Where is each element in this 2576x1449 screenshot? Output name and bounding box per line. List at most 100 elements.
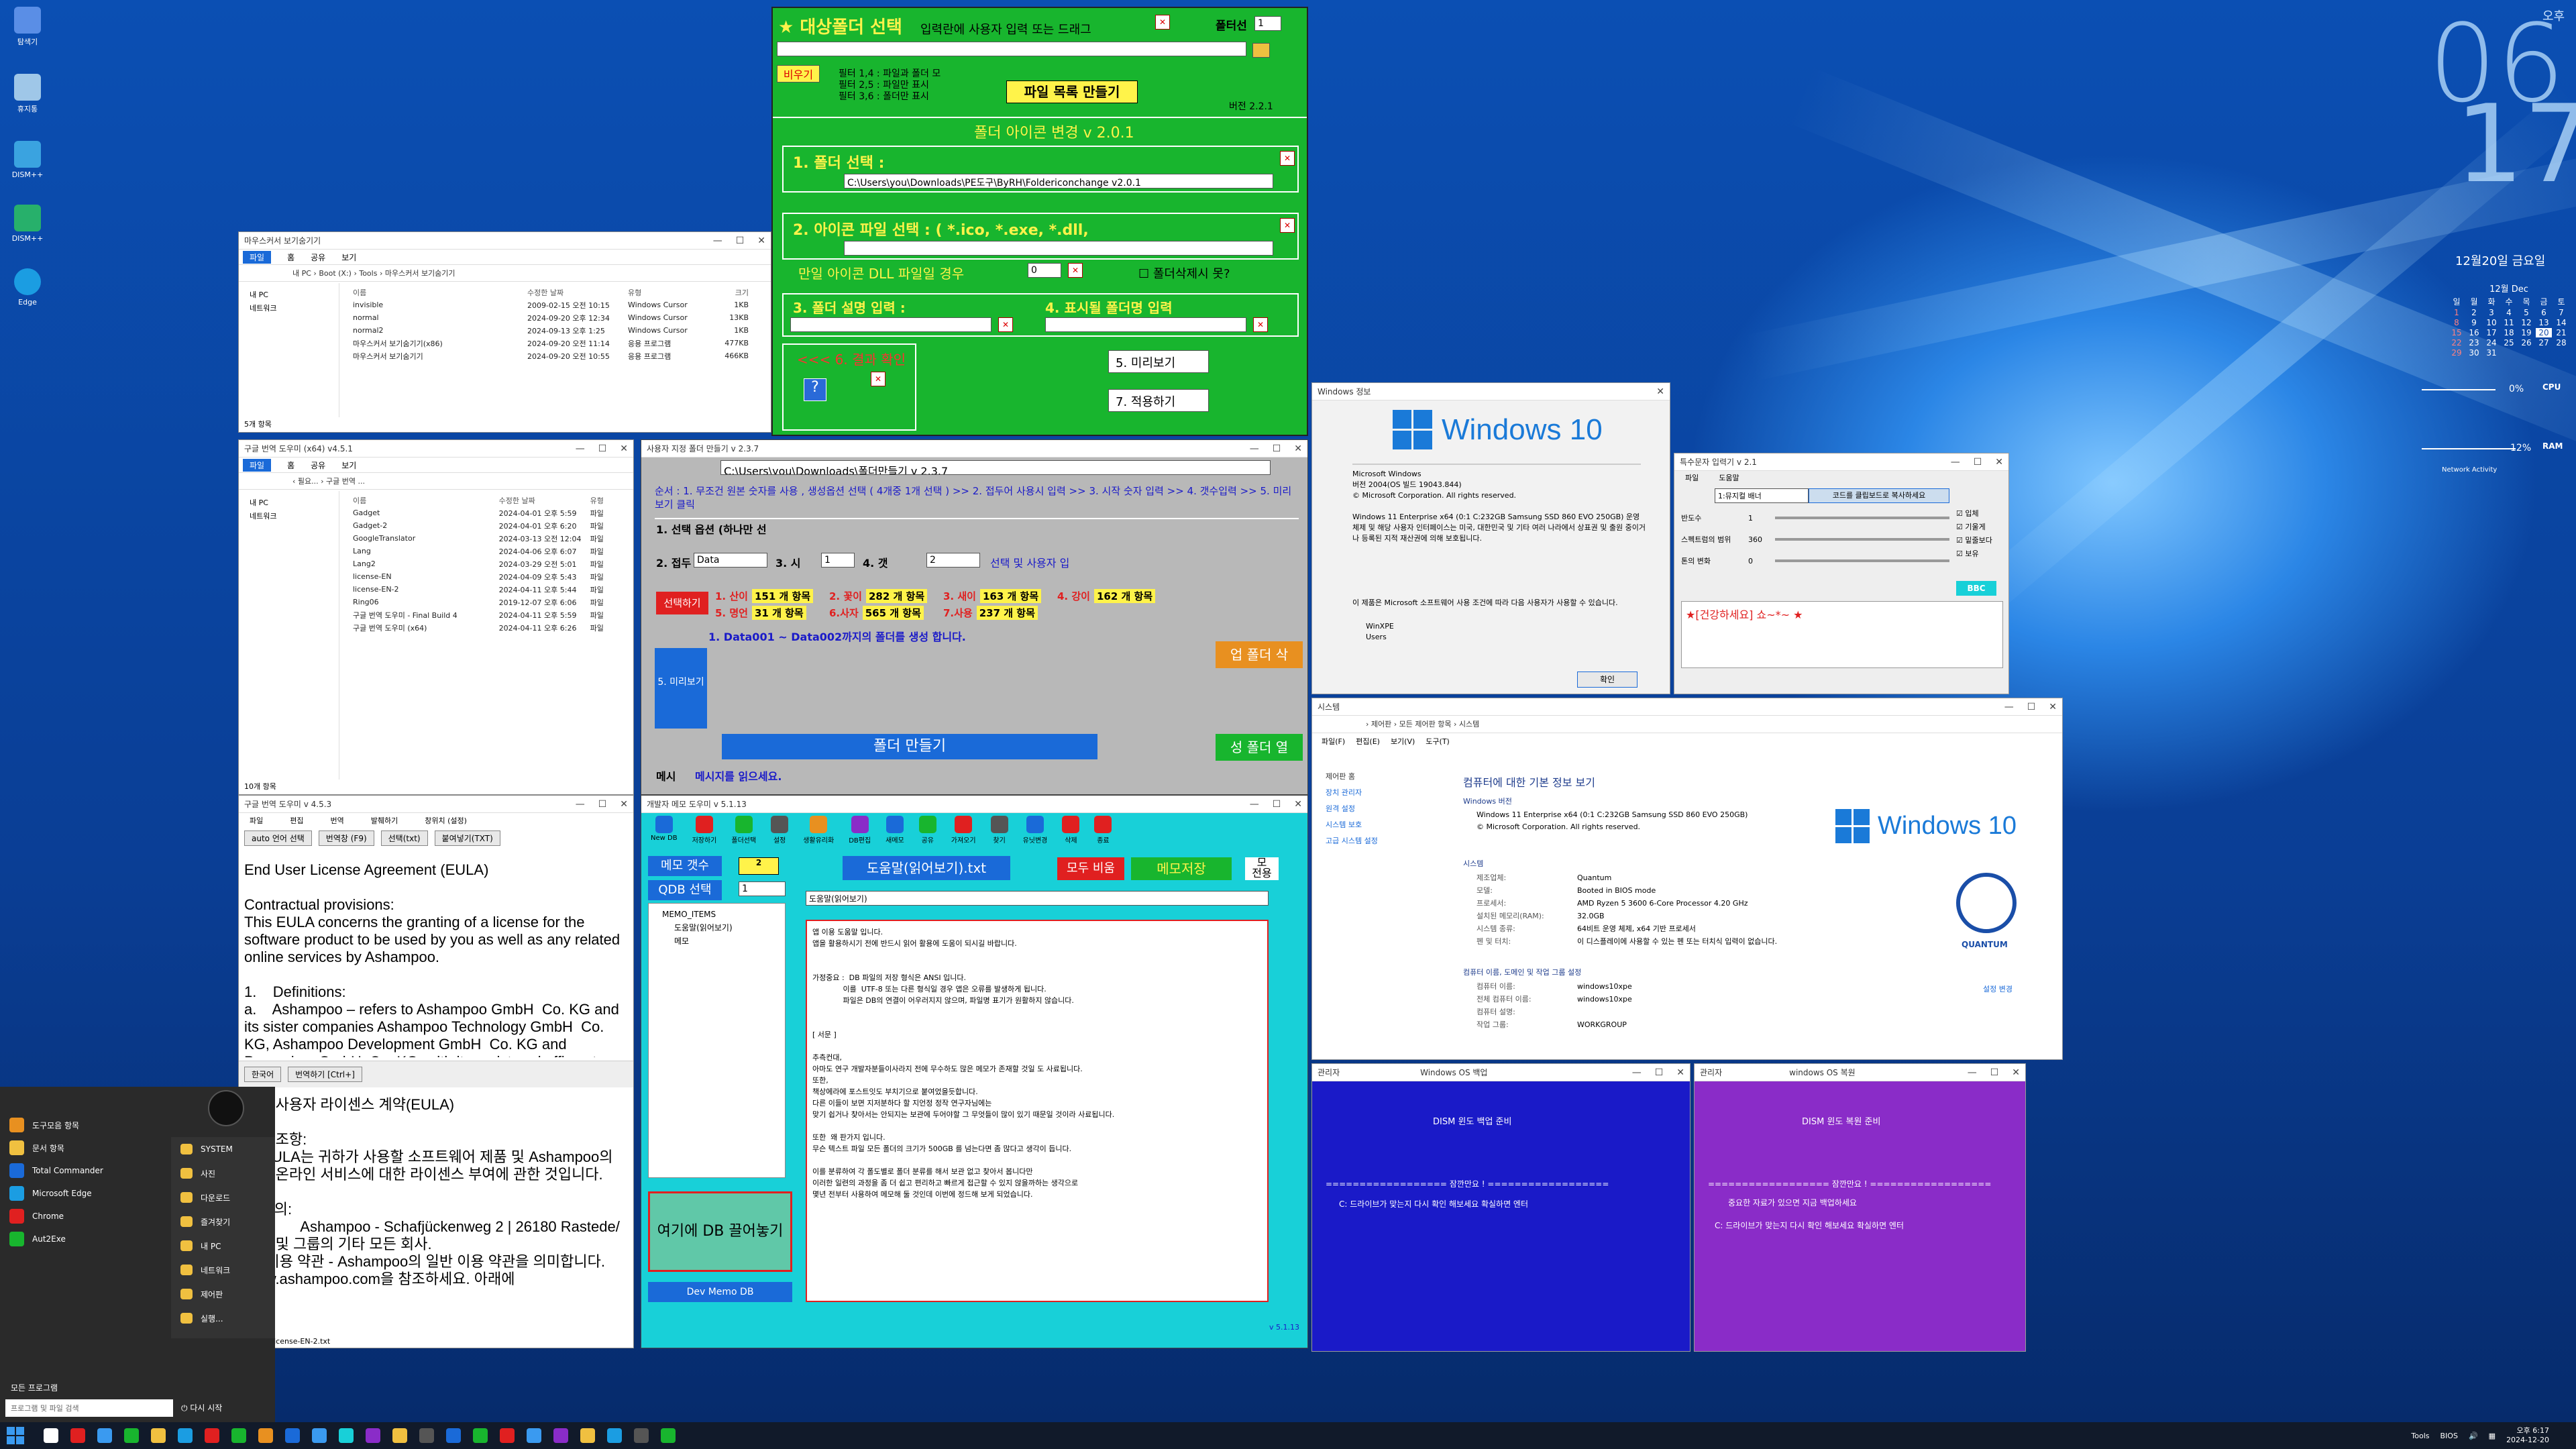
toolbar-button[interactable]: 폴더선택 [731,816,756,848]
file-row[interactable]: license-EN 2024-04-09 오후 5:43 파일 [353,570,627,583]
nav-network[interactable]: 네트워크 [250,510,328,523]
readonly-button[interactable]: 모 전용 [1245,857,1279,880]
start-place[interactable]: 제어판 [171,1282,275,1306]
maximize-icon[interactable]: ☐ [2027,702,2036,712]
qdb-select[interactable]: 1 [739,881,786,896]
checkbox[interactable]: ☑ [1956,536,1965,545]
taskbar-app-icon[interactable] [607,1428,622,1443]
target-path-input[interactable]: C:\Users\you\Downloads\폴더만들기 v 2.3.7 [720,460,1271,475]
change-settings-link[interactable]: 설정 변경 [1983,983,2012,994]
folder-desc-input[interactable] [790,317,991,332]
memo-file-tab[interactable]: 도움말(읽어보기).txt [843,856,1010,880]
calendar-day[interactable]: 31 [2483,348,2500,358]
calendar-day[interactable] [2536,348,2552,358]
minimize-icon[interactable]: — [1951,457,1960,468]
file-row[interactable]: Lang 2024-04-06 오후 6:07 파일 [353,545,627,557]
calendar-day[interactable]: 8 [2449,318,2465,327]
toolbar-button[interactable]: DB편집 [849,816,871,848]
close-icon[interactable]: ✕ [1995,457,2003,468]
calendar-day[interactable]: 20 [2536,328,2552,337]
menu-item[interactable]: 발췌하기 [371,815,398,826]
calendar-day[interactable]: 28 [2553,338,2569,347]
make-folder-button[interactable]: 폴더 만들기 [722,734,1097,759]
tab-view[interactable]: 보기 [341,460,356,471]
file-row[interactable]: Gadget-2 2024-04-01 오후 6:20 파일 [353,519,627,532]
start-place[interactable]: 다운로드 [171,1185,275,1210]
apply-button[interactable]: 7. 적용하기 [1108,389,1209,412]
desktop-icon-edge[interactable]: Edge [4,268,51,307]
select-button[interactable]: 선택하기 [656,592,708,614]
taskbar-app-icon[interactable] [231,1428,246,1443]
style-checkbox[interactable]: ☑ 밑줄보다 [1956,534,1992,547]
side-link[interactable]: 제어판 홈 [1326,769,1440,785]
taskbar-app-icon[interactable] [419,1428,434,1443]
volume-icon[interactable]: 🔊 [2469,1432,2478,1440]
file-row[interactable]: license-EN-2 2024-04-11 오후 5:44 파일 [353,583,627,596]
style-checkbox[interactable]: ☑ 보유 [1956,547,1992,561]
start-item[interactable]: Chrome [0,1205,171,1228]
source-text-area[interactable]: End User License Agreement (EULA) Contra… [239,856,628,1057]
file-row[interactable]: 구글 번역 도우미 (x64) 2024-04-11 오후 6:26 파일 [353,621,627,634]
file-row[interactable]: Ring06 2019-12-07 오후 6:06 파일 [353,596,627,608]
close-red-icon[interactable]: ✕ [1155,15,1170,30]
start-place[interactable]: 사진 [171,1161,275,1185]
start-item[interactable]: 도구모음 항목 [0,1114,171,1136]
start-item[interactable]: 문서 항목 [0,1136,171,1159]
clear-dll-icon[interactable]: ✕ [1068,263,1083,278]
file-row[interactable]: Lang2 2024-03-29 오전 5:01 파일 [353,557,627,570]
minimize-icon[interactable]: — [2004,702,2014,712]
preview-button[interactable]: 5. 미리보기 [655,648,707,729]
memo-subject-input[interactable]: 도움말(읽어보기) [806,891,1269,906]
menu-item[interactable]: 파일(F) [1322,736,1345,747]
taskbar-app-icon[interactable] [258,1428,273,1443]
start-place[interactable]: 네트워크 [171,1258,275,1282]
checkbox[interactable]: ☑ [1956,523,1965,531]
desktop-icon-explorer[interactable]: 탐색기 [4,7,51,47]
db-drop-zone[interactable]: 여기에 DB 끌어놓기 [648,1191,792,1272]
tab-file[interactable]: 파일 [243,458,272,472]
taskbar-app-icon[interactable] [124,1428,139,1443]
delete-folder-button[interactable]: 업 폴더 삭 [1216,641,1303,668]
side-link[interactable]: 장치 관리자 [1326,785,1440,801]
taskbar-app-icon[interactable] [392,1428,407,1443]
calendar-day[interactable]: 4 [2501,308,2517,317]
nav-network[interactable]: 네트워크 [250,302,328,315]
calendar-day[interactable] [2553,348,2569,358]
menu-help[interactable]: 도움말 [1719,472,1739,483]
calendar-day[interactable]: 2 [2466,308,2482,317]
minimize-icon[interactable]: — [713,235,722,246]
maximize-icon[interactable]: ☐ [1974,457,1982,468]
close-icon[interactable]: ✕ [1656,386,1664,397]
file-row[interactable]: invisible 2009-02-15 오전 10:15 Windows Curs… [353,299,764,311]
toolbar-button[interactable]: 가져오기 [951,816,976,848]
tray-bios[interactable]: BIOS [2440,1432,2458,1440]
tab-share[interactable]: 공유 [311,252,325,263]
category-select[interactable]: 1:뮤지컬 배너 [1715,488,1809,503]
clear-name-icon[interactable]: ✕ [1253,317,1268,332]
menu-item[interactable]: 번역 [331,815,344,826]
file-row[interactable]: 구글 번역 도우미 - Final Build 4 2024-04-11 오후 5… [353,608,627,621]
side-link[interactable]: 원격 설정 [1326,801,1440,817]
calendar-day[interactable] [2518,348,2534,358]
file-row[interactable]: 마우스커서 보기숨기기(x86) 2024-09-20 오전 11:14 응용 프로… [353,337,764,350]
taskbar-app-icon[interactable] [500,1428,515,1443]
translate-button[interactable]: 번역창 (F9) [318,830,374,846]
desktop-ini-check[interactable]: ☐ 폴더삭제시 못? [1138,264,1230,282]
apply-option-link[interactable]: 선택 및 사용자 입 [990,554,1069,570]
minimize-icon[interactable]: — [1250,443,1259,454]
dll-index-input[interactable]: 0 [1028,263,1061,278]
style-checkbox[interactable]: ☑ 기울게 [1956,521,1992,534]
start-place[interactable]: 내 PC [171,1234,275,1258]
menu-item[interactable]: 창위치 (설정) [425,815,467,826]
start-item[interactable]: Total Commander [0,1159,171,1182]
maximize-icon[interactable]: ☐ [1990,1067,1999,1078]
restart-button[interactable]: ⏻ 다시 시작 [181,1402,222,1413]
tab-file[interactable]: 파일 [243,250,272,264]
menu-item[interactable]: 편집(E) [1356,736,1380,747]
calendar-day[interactable]: 30 [2466,348,2482,358]
taskbar-app-icon[interactable] [553,1428,568,1443]
address-bar[interactable]: 내 PC › Boot (X:) › Tools › 마우스커서 보기숨기기 [239,264,771,282]
taskbar-app-icon[interactable] [473,1428,488,1443]
calendar-day[interactable]: 13 [2536,318,2552,327]
clear-folder-icon[interactable]: ✕ [1280,151,1295,166]
